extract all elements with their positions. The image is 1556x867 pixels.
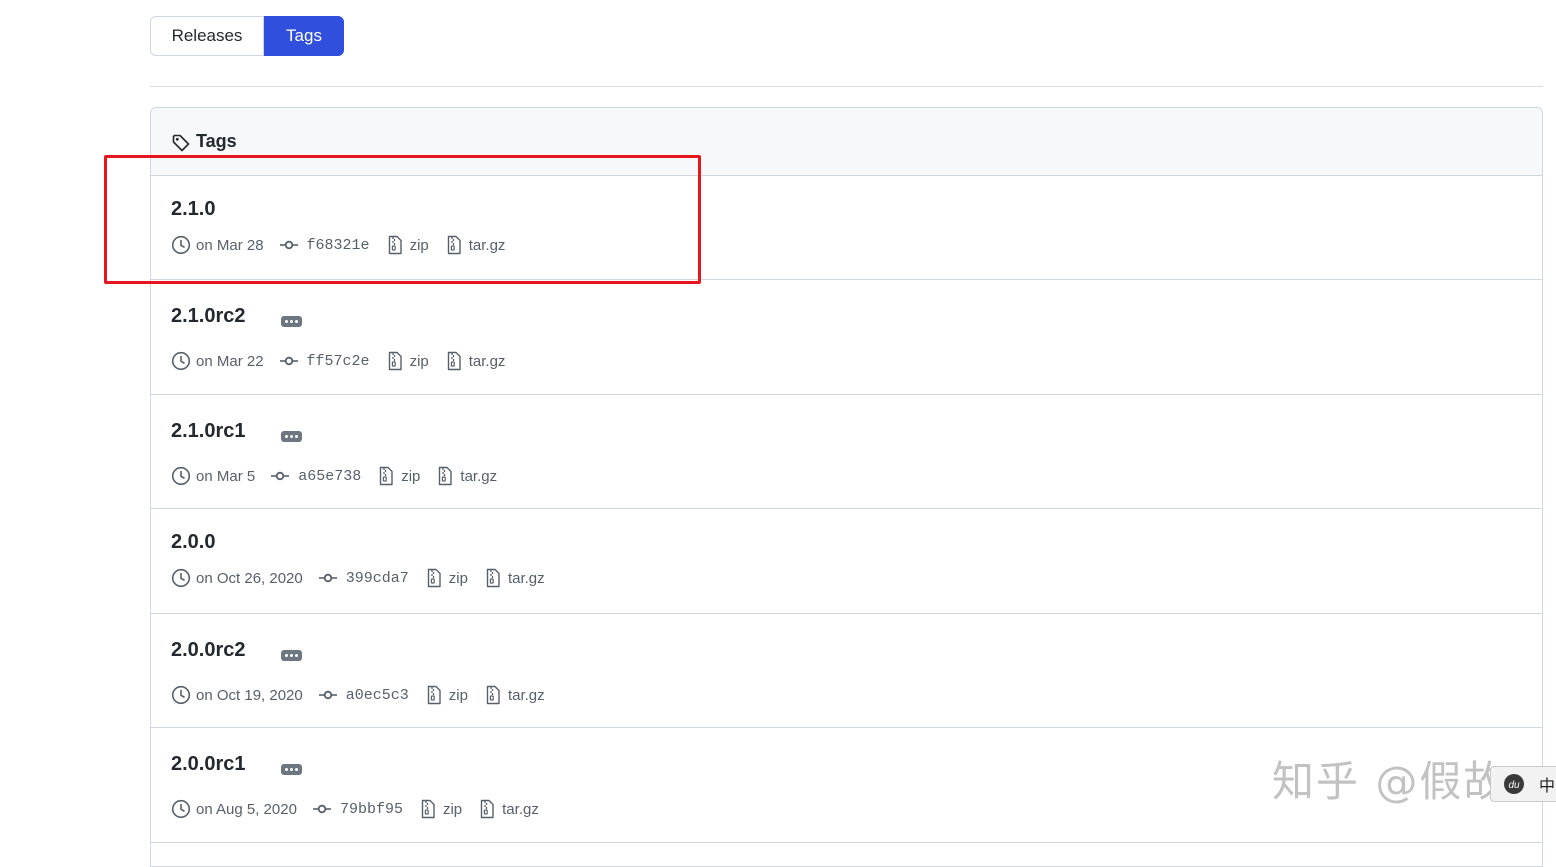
commit-icon — [318, 573, 337, 583]
more-button[interactable] — [281, 316, 302, 327]
releases-tab[interactable]: Releases — [150, 16, 264, 56]
tag-meta: on Mar 22 ff57c2e zip tar.gz — [171, 350, 520, 372]
zip-download[interactable]: zip — [385, 351, 429, 371]
tag-date-text: on Mar 22 — [196, 352, 264, 370]
releases-tags-switch: Releases Tags — [150, 16, 344, 56]
tags-box-title: Tags — [196, 131, 237, 151]
tag-date-text: on Oct 19, 2020 — [196, 686, 303, 704]
tag-date: on Oct 19, 2020 — [171, 685, 303, 705]
tag-date-text: on Oct 26, 2020 — [196, 569, 303, 587]
targz-download[interactable]: tar.gz — [435, 466, 497, 486]
zip-link[interactable]: zip — [449, 570, 468, 587]
tag-commit[interactable]: a0ec5c3 — [318, 685, 409, 705]
zip-link[interactable]: zip — [401, 468, 420, 485]
clock-icon — [171, 568, 191, 588]
file-zip-icon — [486, 568, 500, 588]
targz-download[interactable]: tar.gz — [483, 685, 545, 705]
tag-date: on Aug 5, 2020 — [171, 799, 297, 819]
ime-indicator[interactable]: du 中 — [1490, 766, 1556, 802]
tag-date-text: on Mar 5 — [196, 467, 256, 485]
file-zip-icon — [447, 351, 461, 371]
zip-download[interactable]: zip — [424, 568, 468, 588]
clock-icon — [171, 685, 191, 705]
tag-commit[interactable]: a65e738 — [270, 466, 361, 486]
clock-icon — [171, 466, 191, 486]
tag-commit[interactable]: 79bbf95 — [312, 799, 403, 819]
file-zip-icon — [480, 799, 494, 819]
file-zip-icon — [388, 351, 402, 371]
targz-download[interactable]: tar.gz — [477, 799, 539, 819]
file-zip-icon — [427, 568, 441, 588]
targz-link[interactable]: tar.gz — [508, 687, 545, 704]
zip-download[interactable]: zip — [376, 466, 420, 486]
tag-name-link[interactable]: 2.0.0rc1 — [171, 753, 246, 776]
watermark: 知乎 @假故 — [1272, 757, 1508, 806]
zip-link[interactable]: zip — [449, 687, 468, 704]
file-zip-icon — [380, 466, 393, 486]
commit-sha-link[interactable]: a65e738 — [298, 468, 361, 485]
tag-row: 2.1.0rc2 on Mar 22 ff57c2e zip tar.gz — [151, 280, 1542, 395]
zip-download[interactable]: zip — [418, 799, 462, 819]
zip-link[interactable]: zip — [443, 801, 462, 818]
file-zip-icon — [486, 685, 500, 705]
svg-text:du: du — [1508, 780, 1520, 791]
targz-link[interactable]: tar.gz — [502, 801, 539, 818]
tag-row: 2.1.0rc1 on Mar 5 a65e738 zip tar.gz — [151, 395, 1542, 509]
tag-meta: on Mar 5 a65e738 zip tar.gz — [171, 465, 512, 487]
tag-name-link[interactable]: 2.0.0 — [171, 531, 215, 554]
paw-icon: du — [1504, 774, 1524, 794]
tag-name-link[interactable]: 2.1.0rc2 — [171, 305, 246, 328]
tag-date-text: on Aug 5, 2020 — [196, 800, 297, 818]
tag-name-link[interactable]: 2.1.0rc1 — [171, 420, 246, 443]
targz-link[interactable]: tar.gz — [508, 570, 545, 587]
commit-sha-link[interactable]: a0ec5c3 — [346, 687, 409, 704]
commit-icon — [271, 471, 290, 481]
targz-link[interactable]: tar.gz — [460, 468, 497, 485]
tag-meta: on Aug 5, 2020 79bbf95 zip tar.gz — [171, 798, 554, 820]
more-button[interactable] — [281, 431, 302, 442]
clock-icon — [171, 351, 191, 371]
targz-download[interactable]: tar.gz — [483, 568, 545, 588]
file-zip-icon — [439, 466, 453, 486]
commit-icon — [312, 804, 331, 814]
tag-date: on Oct 26, 2020 — [171, 568, 303, 588]
divider — [150, 86, 1543, 87]
tag-icon — [172, 134, 190, 151]
tag-date: on Mar 22 — [171, 351, 264, 371]
zip-download[interactable]: zip — [424, 685, 468, 705]
commit-sha-link[interactable]: ff57c2e — [307, 353, 370, 370]
tag-row: 2.0.0 on Oct 26, 2020 399cda7 zip tar.gz — [151, 509, 1542, 614]
targz-link[interactable]: tar.gz — [469, 353, 506, 370]
highlight-box — [104, 155, 701, 284]
tags-tab[interactable]: Tags — [264, 16, 344, 56]
commit-sha-link[interactable]: 79bbf95 — [340, 801, 403, 818]
clock-icon — [171, 799, 191, 819]
zip-link[interactable]: zip — [410, 353, 429, 370]
tag-meta: on Oct 19, 2020 a0ec5c3 zip tar.gz — [171, 684, 560, 706]
more-button[interactable] — [281, 650, 302, 661]
tag-commit[interactable]: 399cda7 — [318, 568, 409, 588]
more-button[interactable] — [281, 764, 302, 775]
tag-row: 2.0.0rc2 on Oct 19, 2020 a0ec5c3 zip tar.gz — [151, 614, 1542, 728]
tag-meta: on Oct 26, 2020 399cda7 zip tar.gz — [171, 567, 560, 589]
tag-date: on Mar 5 — [171, 466, 255, 486]
tag-name-link[interactable]: 2.0.0rc2 — [171, 639, 246, 662]
commit-icon — [279, 356, 298, 366]
ime-label: 中 — [1539, 776, 1556, 795]
commit-sha-link[interactable]: 399cda7 — [346, 570, 409, 587]
targz-download[interactable]: tar.gz — [444, 351, 506, 371]
file-zip-icon — [421, 799, 435, 819]
file-zip-icon — [427, 685, 441, 705]
tag-commit[interactable]: ff57c2e — [279, 351, 370, 371]
commit-icon — [318, 690, 337, 700]
